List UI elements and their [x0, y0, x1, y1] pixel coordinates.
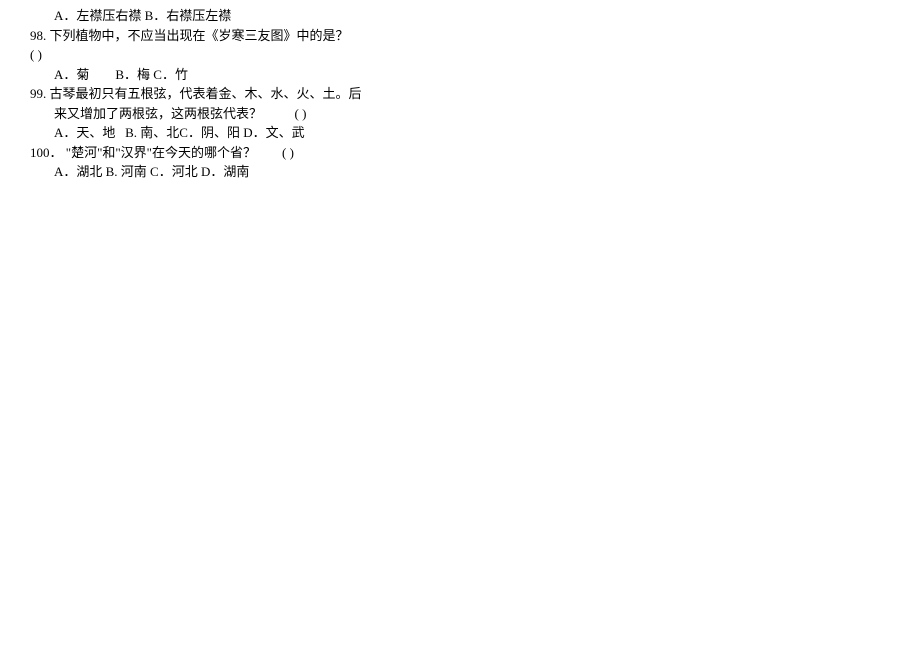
q99-options-line: A．天、地 B. 南、北C．阴、阳 D．文、武	[30, 123, 420, 143]
document-content: A．左襟压右襟 B．右襟压左襟 98. 下列植物中，不应当出现在《岁寒三友图》中…	[0, 6, 420, 182]
q100-question-line: 100． "楚河"和"汉界"在今天的哪个省？ ( )	[30, 143, 420, 163]
q97-options-text: A．左襟压右襟 B．右襟压左襟	[54, 8, 231, 23]
q98-options-line: A．菊 B．梅 C．竹	[30, 65, 420, 85]
q98-number: 98.	[30, 28, 46, 43]
q98-paren: ( )	[30, 47, 42, 62]
q99-number: 99.	[30, 86, 46, 101]
q100-text: "楚河"和"汉界"在今天的哪个省？ ( )	[66, 145, 294, 160]
q100-options-text: A．湖北 B. 河南 C．河北 D．湖南	[54, 164, 249, 179]
q98-options-text: A．菊 B．梅 C．竹	[54, 67, 188, 82]
q99-question-line1: 99. 古琴最初只有五根弦，代表着金、木、水、火、土。后	[30, 84, 420, 104]
q97-options-line: A．左襟压右襟 B．右襟压左襟	[30, 6, 420, 26]
q98-text: 下列植物中，不应当出现在《岁寒三友图》中的是？	[50, 28, 349, 43]
q99-options-text: A．天、地 B. 南、北C．阴、阳 D．文、武	[54, 125, 305, 140]
q98-question-line: 98. 下列植物中，不应当出现在《岁寒三友图》中的是？	[30, 26, 420, 46]
q100-options-line: A．湖北 B. 河南 C．河北 D．湖南	[30, 162, 420, 182]
q100-number: 100．	[30, 145, 63, 160]
q99-text-part2: 来又增加了两根弦，这两根弦代表？ ( )	[54, 106, 306, 121]
q99-question-line2: 来又增加了两根弦，这两根弦代表？ ( )	[30, 104, 420, 124]
q98-paren-line: ( )	[30, 45, 420, 65]
q99-text-part1: 古琴最初只有五根弦，代表着金、木、水、火、土。后	[50, 86, 362, 101]
